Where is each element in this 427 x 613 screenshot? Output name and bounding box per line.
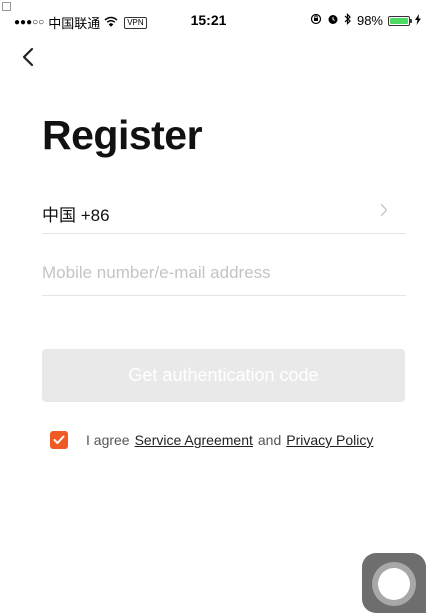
battery-icon <box>388 15 412 26</box>
corner-marker <box>2 2 11 11</box>
orientation-lock-icon <box>310 13 322 28</box>
alarm-icon <box>327 13 339 28</box>
chevron-right-icon <box>380 203 388 222</box>
status-time: 15:21 <box>190 12 227 28</box>
agreement-row: I agree Service Agreement and Privacy Po… <box>50 431 373 449</box>
status-bar: ●●●○○ 中国联通 VPN 15:21 98% <box>0 0 427 40</box>
agreement-checkbox[interactable] <box>50 431 68 449</box>
account-input[interactable] <box>42 255 406 291</box>
register-screen: ●●●○○ 中国联通 VPN 15:21 98% Register 中国 +86… <box>0 0 427 613</box>
battery-fill <box>390 17 408 24</box>
bluetooth-icon <box>344 13 352 28</box>
back-button[interactable] <box>22 44 52 74</box>
assistive-touch-button[interactable] <box>362 553 426 613</box>
country-code-label: 中国 +86 <box>42 206 110 225</box>
service-agreement-link[interactable]: Service Agreement <box>135 432 253 448</box>
agreement-prefix: I agree <box>86 432 130 448</box>
chevron-left-icon <box>22 47 34 72</box>
charging-bolt-icon <box>415 13 421 28</box>
status-right: 98% <box>310 13 421 28</box>
battery-percent: 98% <box>356 13 383 28</box>
battery-cap <box>410 18 412 23</box>
country-code-selector[interactable]: 中国 +86 <box>42 193 406 234</box>
assistive-touch-core <box>378 568 410 600</box>
privacy-policy-link[interactable]: Privacy Policy <box>286 432 373 448</box>
assistive-touch-icon <box>372 562 416 606</box>
checkmark-icon <box>53 432 65 448</box>
account-field <box>42 255 406 296</box>
page-title: Register <box>42 112 203 158</box>
agreement-and: and <box>257 432 282 448</box>
get-authentication-code-button[interactable]: Get authentication code <box>42 349 405 402</box>
